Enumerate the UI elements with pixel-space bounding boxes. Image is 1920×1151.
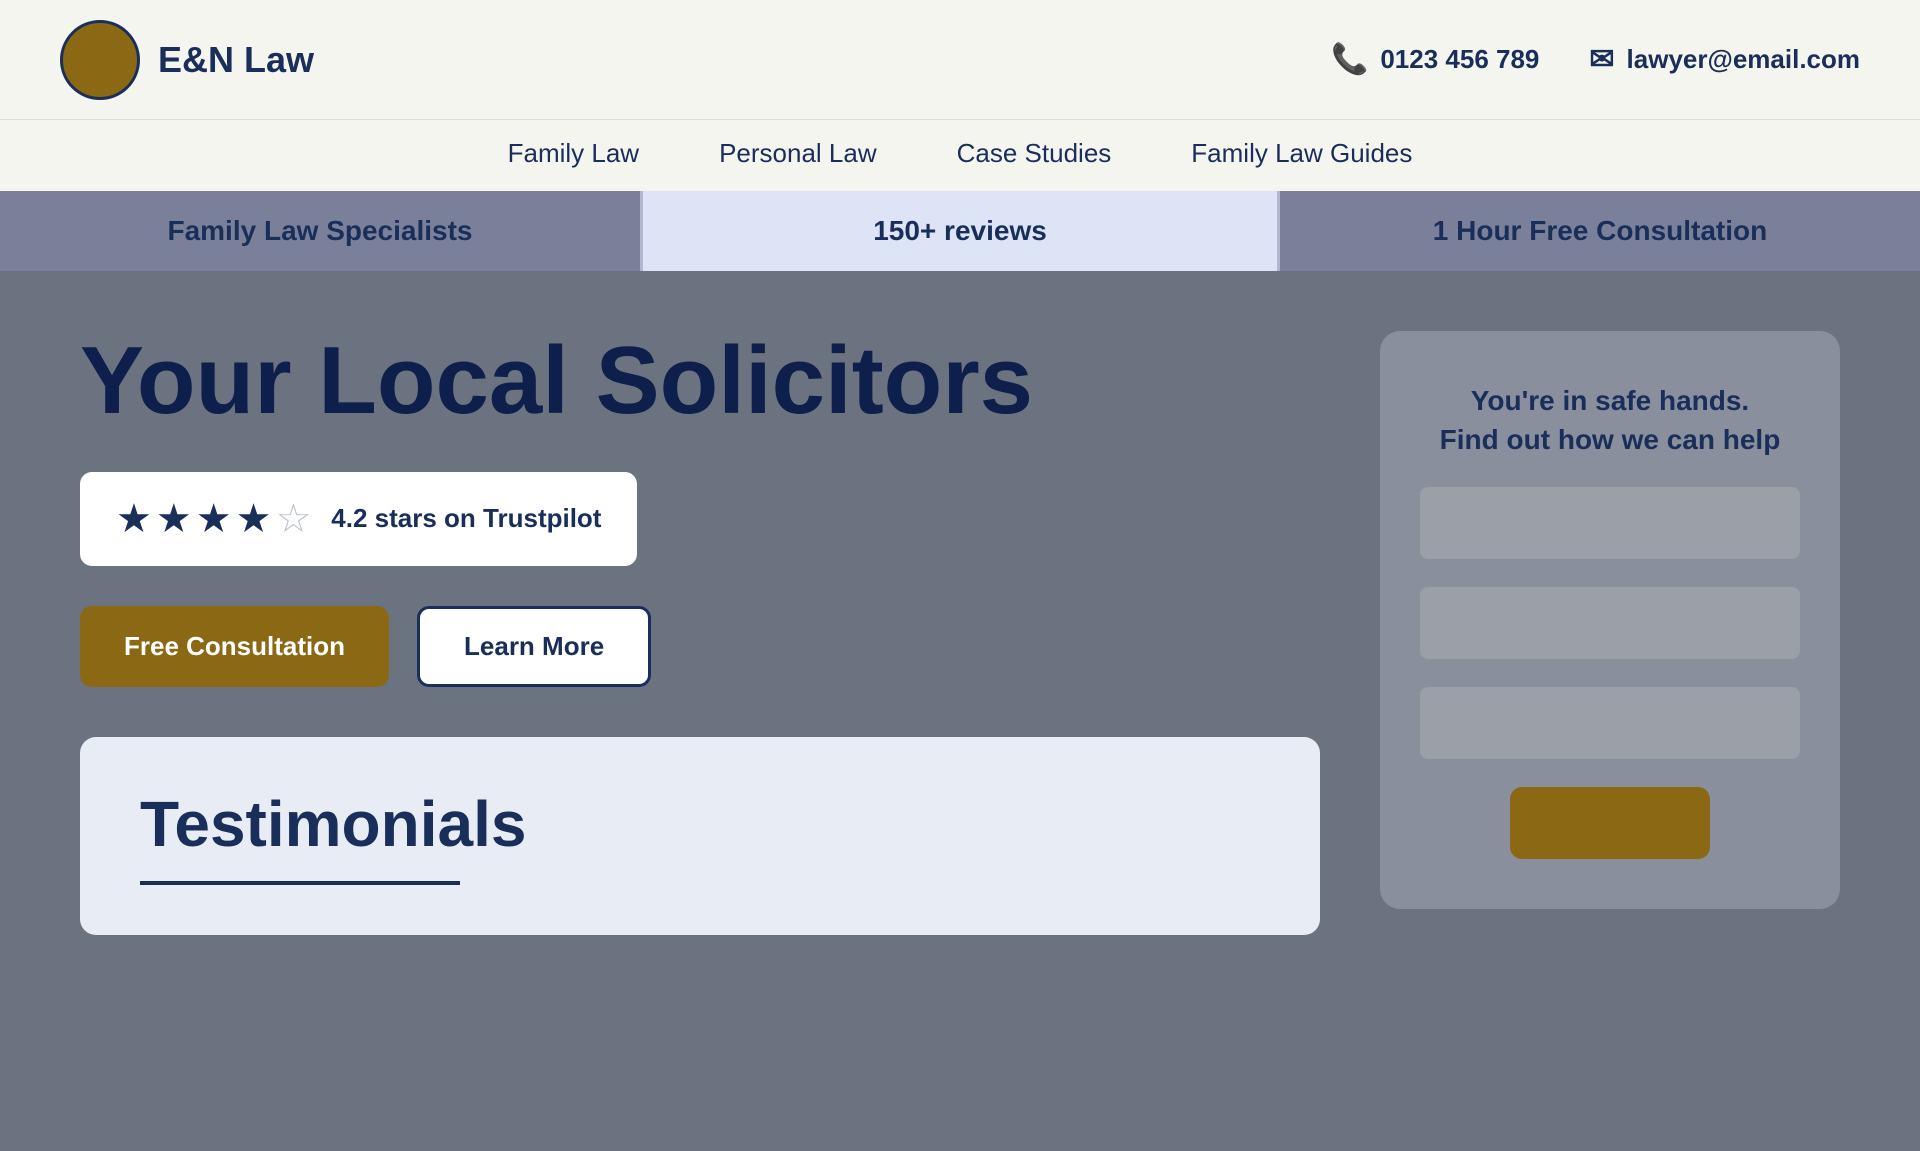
header: E&N Law 📞 0123 456 789 ✉ lawyer@email.co… bbox=[0, 0, 1920, 120]
banner-strip: Family Law Specialists 150+ reviews 1 Ho… bbox=[0, 191, 1920, 271]
nav-case-studies[interactable]: Case Studies bbox=[957, 138, 1112, 169]
phone-number: 0123 456 789 bbox=[1380, 44, 1539, 75]
left-section: Your Local Solicitors ★ ★ ★ ★ ☆ 4.2 star… bbox=[80, 331, 1320, 1091]
form-field-1[interactable] bbox=[1420, 487, 1800, 559]
email-contact: ✉ lawyer@email.com bbox=[1589, 42, 1860, 77]
banner-reviews: 150+ reviews bbox=[640, 191, 1280, 271]
header-contact: 📞 0123 456 789 ✉ lawyer@email.com bbox=[1331, 42, 1860, 77]
star-2: ★ bbox=[156, 496, 192, 542]
form-field-2[interactable] bbox=[1420, 587, 1800, 659]
logo-icon bbox=[60, 20, 140, 100]
brand-name: E&N Law bbox=[158, 39, 314, 81]
testimonials-outer: Testimonials bbox=[80, 737, 1320, 935]
free-consultation-button[interactable]: Free Consultation bbox=[80, 606, 389, 687]
rating-box: ★ ★ ★ ★ ☆ 4.2 stars on Trustpilot bbox=[80, 472, 637, 566]
hero-title: Your Local Solicitors bbox=[80, 331, 1320, 432]
form-field-3[interactable] bbox=[1420, 687, 1800, 759]
star-3: ★ bbox=[196, 496, 232, 542]
banner-specialists: Family Law Specialists bbox=[0, 191, 640, 271]
nav-family-law-guides[interactable]: Family Law Guides bbox=[1191, 138, 1412, 169]
email-address: lawyer@email.com bbox=[1627, 44, 1860, 75]
banner-divider-right bbox=[1277, 191, 1280, 271]
nav-personal-law[interactable]: Personal Law bbox=[719, 138, 877, 169]
right-panel: You're in safe hands.Find out how we can… bbox=[1380, 331, 1840, 909]
logo-inner-circle bbox=[70, 30, 130, 90]
banner-consultation: 1 Hour Free Consultation bbox=[1280, 191, 1920, 271]
main-nav: Family Law Personal Law Case Studies Fam… bbox=[0, 120, 1920, 191]
phone-icon: 📞 bbox=[1331, 42, 1368, 77]
main-content: Your Local Solicitors ★ ★ ★ ★ ☆ 4.2 star… bbox=[0, 271, 1920, 1151]
star-rating: ★ ★ ★ ★ ☆ bbox=[116, 496, 311, 542]
banner-divider-left bbox=[640, 191, 643, 271]
phone-contact: 📞 0123 456 789 bbox=[1331, 42, 1539, 77]
panel-title: You're in safe hands.Find out how we can… bbox=[1440, 381, 1781, 459]
panel-submit-button[interactable] bbox=[1510, 787, 1710, 859]
nav-family-law[interactable]: Family Law bbox=[508, 138, 639, 169]
email-icon: ✉ bbox=[1589, 42, 1614, 77]
testimonials-title: Testimonials bbox=[140, 787, 1260, 861]
star-1: ★ bbox=[116, 496, 152, 542]
logo-area: E&N Law bbox=[60, 20, 314, 100]
star-5: ☆ bbox=[275, 496, 311, 542]
testimonials-underline bbox=[140, 881, 460, 885]
rating-text: 4.2 stars on Trustpilot bbox=[331, 503, 601, 534]
cta-buttons: Free Consultation Learn More bbox=[80, 606, 1320, 687]
learn-more-button[interactable]: Learn More bbox=[417, 606, 651, 687]
star-4: ★ bbox=[236, 496, 272, 542]
